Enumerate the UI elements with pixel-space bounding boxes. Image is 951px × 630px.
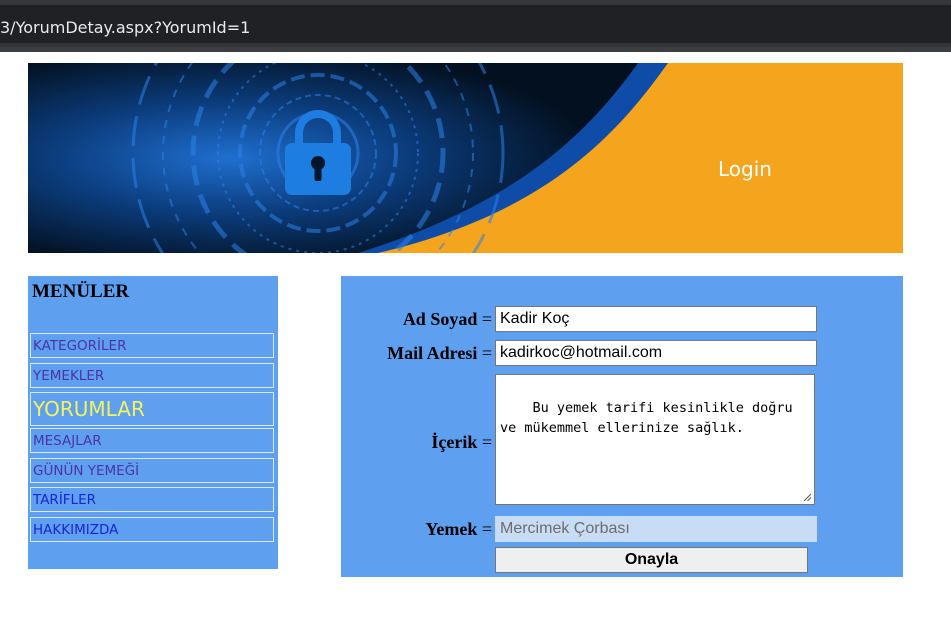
- sidebar-item-yemekler[interactable]: YEMEKLER: [30, 363, 274, 388]
- sidebar-menu: MENÜLER KATEGORİLER YEMEKLER YORUMLAR ME…: [28, 276, 278, 569]
- yemek-input: Mercimek Çorbası: [495, 516, 817, 542]
- icerik-label: İçerik =: [431, 432, 492, 452]
- sidebar-item-hakkimizda[interactable]: HAKKIMIZDA: [30, 517, 274, 542]
- ad-soyad-input[interactable]: Kadir Koç: [495, 306, 817, 332]
- yemek-label: Yemek =: [425, 519, 492, 539]
- comment-detail-form: Ad Soyad = Kadir Koç Mail Adresi = kadir…: [341, 276, 903, 577]
- browser-address-bar: 3/YorumDetay.aspx?YorumId=1: [0, 0, 951, 52]
- icerik-textarea[interactable]: Bu yemek tarifi kesinlikle doğru ve müke…: [495, 374, 815, 505]
- toolbar-divider: [0, 47, 951, 52]
- menu-title: MENÜLER: [32, 281, 130, 302]
- sidebar-item-yorumlar[interactable]: YORUMLAR: [30, 392, 274, 426]
- url-text: 3/YorumDetay.aspx?YorumId=1: [0, 18, 251, 37]
- url-field[interactable]: 3/YorumDetay.aspx?YorumId=1: [0, 5, 951, 43]
- onayla-button[interactable]: Onayla: [495, 547, 808, 573]
- ad-soyad-label: Ad Soyad =: [402, 309, 492, 329]
- resize-handle-icon[interactable]: [803, 493, 812, 502]
- sidebar-item-mesajlar[interactable]: MESAJLAR: [30, 428, 274, 453]
- sidebar-item-tarifler[interactable]: TARİFLER: [30, 487, 274, 512]
- mail-input[interactable]: kadirkoc@hotmail.com: [495, 340, 817, 366]
- icerik-text: Bu yemek tarifi kesinlikle doğru ve müke…: [500, 400, 793, 436]
- sidebar-item-kategoriler[interactable]: KATEGORİLER: [30, 333, 274, 358]
- login-text: Login: [718, 157, 772, 181]
- sidebar-item-gunun-yemegi[interactable]: GÜNÜN YEMEĞİ: [30, 458, 274, 483]
- header-banner: Login: [28, 63, 903, 253]
- mail-label: Mail Adresi =: [387, 343, 492, 363]
